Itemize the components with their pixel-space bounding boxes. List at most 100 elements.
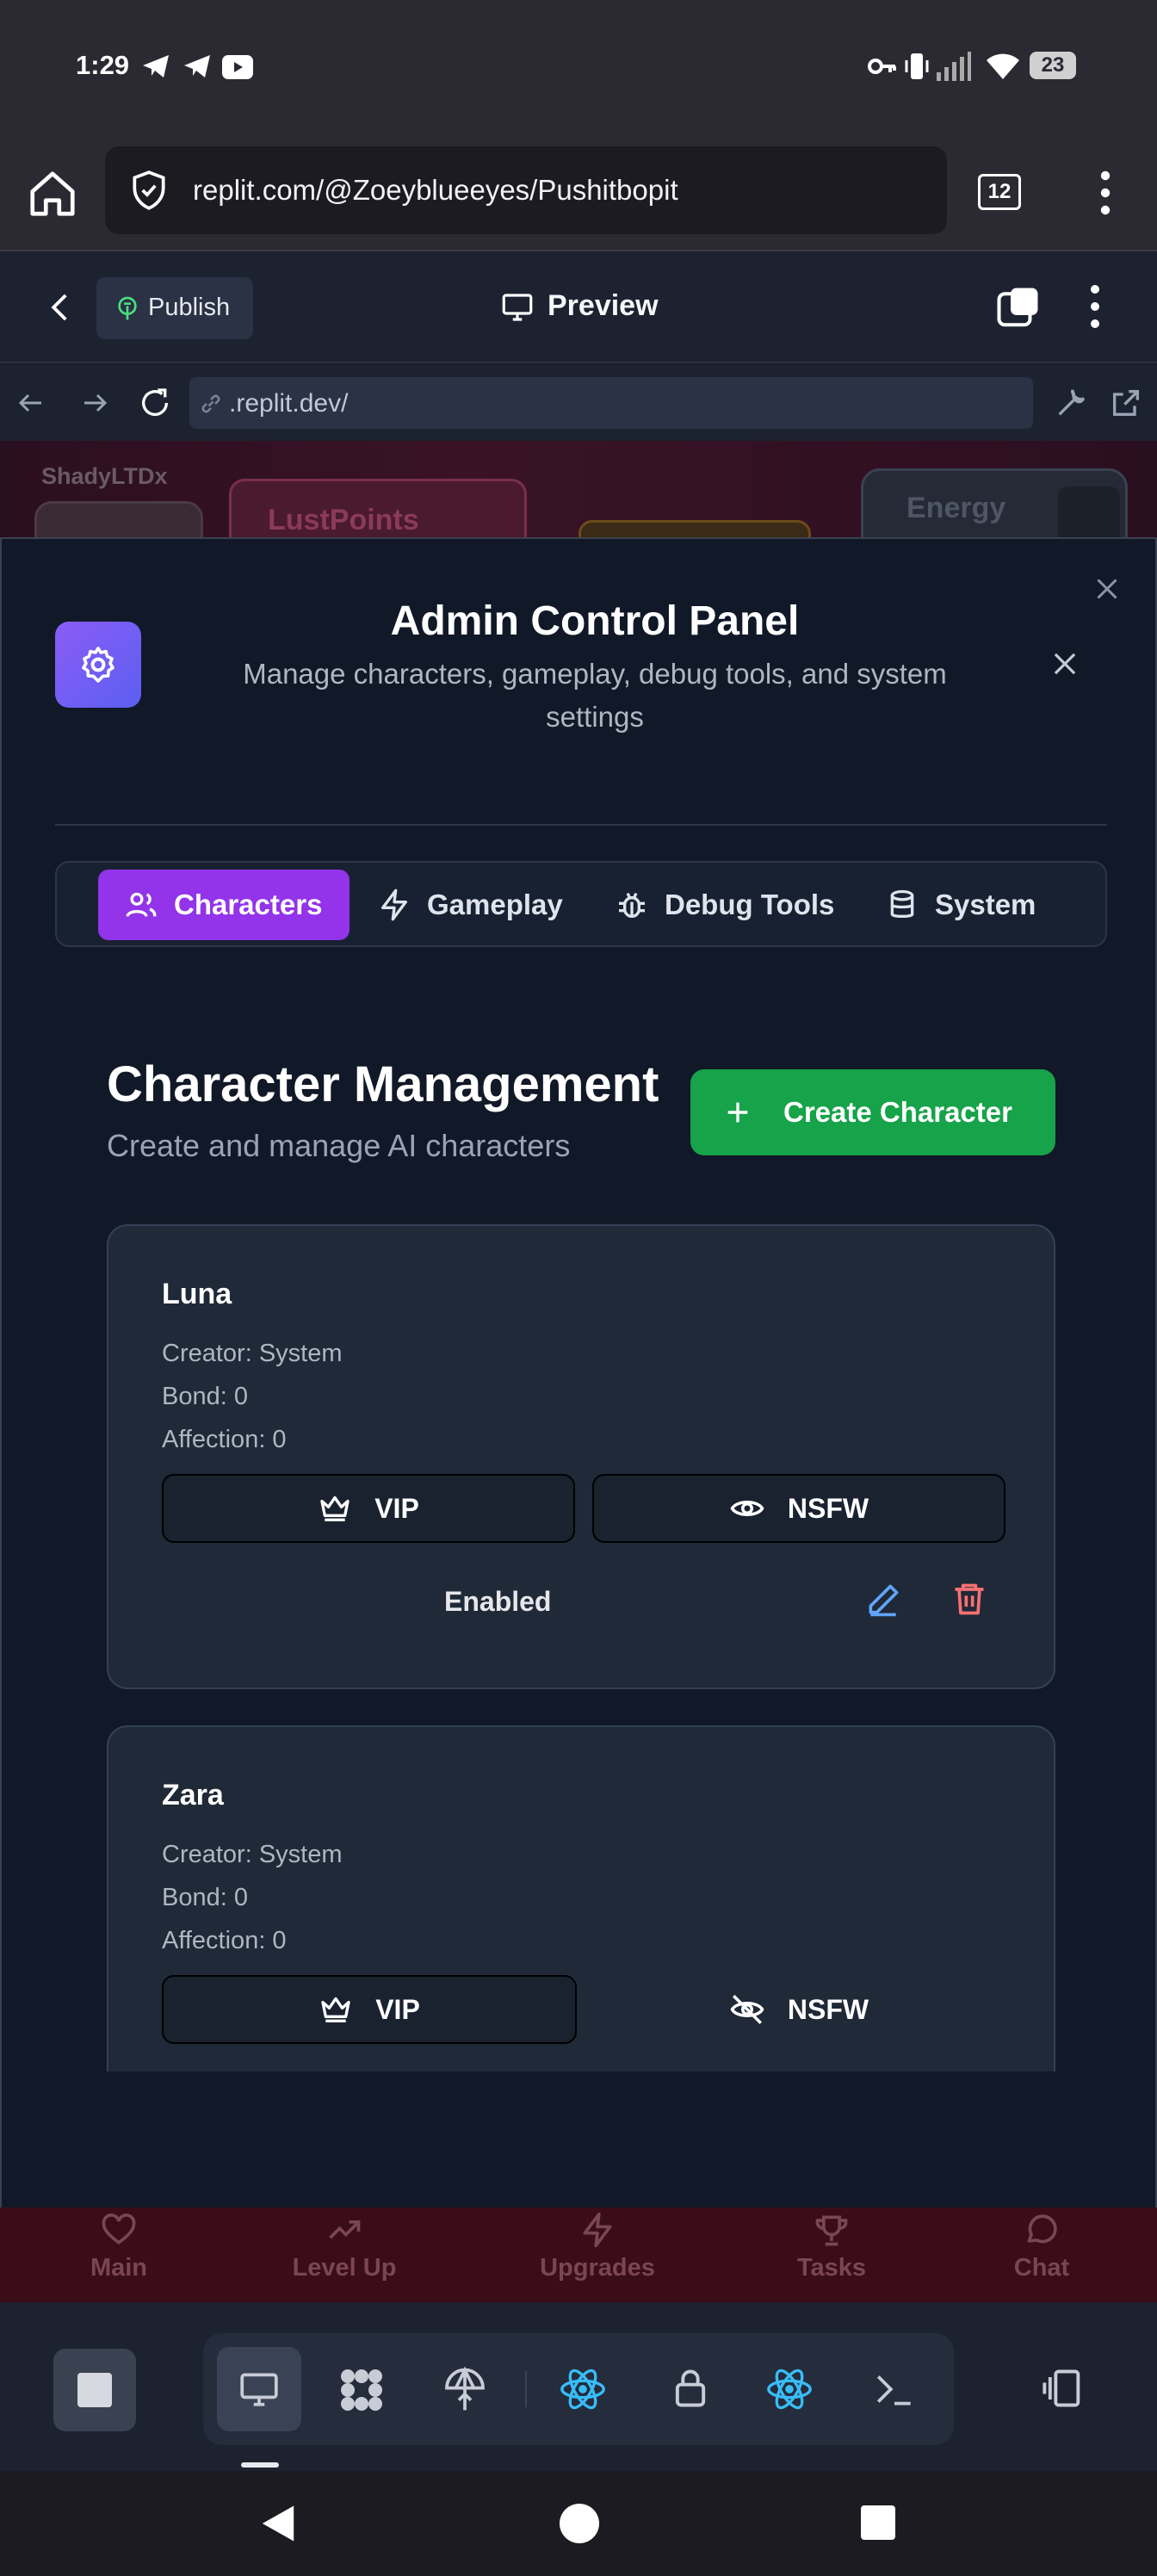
trophy-icon (815, 2215, 848, 2246)
nsfw-toggle[interactable]: NSFW (592, 1975, 1005, 2044)
vip-label: VIP (375, 1993, 420, 2025)
trash-icon[interactable] (950, 1579, 988, 1619)
android-nav-bar (0, 2471, 1157, 2576)
section-title: Character Management (107, 1056, 659, 1112)
lust-points-panel: LustPoints (229, 479, 527, 541)
webview-url-text: .replit.dev/ (229, 389, 349, 418)
tab-characters[interactable]: Characters (98, 870, 350, 940)
home-button-icon[interactable] (560, 2504, 599, 2543)
tab-system[interactable]: System (885, 870, 1036, 940)
eye-icon (730, 1501, 764, 1516)
monitor-icon (240, 2373, 278, 2406)
character-card: Zara Creator: System Bond: 0 Affection: … (107, 1725, 1055, 2071)
refresh-icon[interactable] (138, 386, 172, 420)
create-character-button[interactable]: Create Character (690, 1069, 1055, 1155)
modal-subtitle: Manage characters, gameplay, debug tools… (243, 658, 947, 733)
webview-url-field[interactable]: .replit.dev/ (189, 377, 1033, 429)
tab-label: Characters (174, 889, 323, 920)
nav-label: Chat (1013, 2254, 1070, 2282)
webview-nav: .replit.dev/ (0, 365, 1157, 441)
tab-switcher-button[interactable]: 12 (978, 174, 1021, 210)
react-icon[interactable] (764, 2364, 814, 2414)
status-text[interactable]: Enabled (444, 1586, 551, 1618)
status-bar: 1:29 23 (0, 0, 1157, 138)
character-name: Zara (162, 1779, 224, 1811)
chat-icon (1027, 2214, 1057, 2244)
nsfw-label: NSFW (787, 1993, 869, 2025)
nav-label: Level Up (292, 2254, 397, 2282)
telegram-icon (184, 55, 210, 77)
nsfw-label: NSFW (787, 1492, 869, 1524)
divider (525, 2371, 527, 2407)
browser-toolbar: replit.com/@Zoeyblueeyes/Pushitbopit 12 (0, 138, 1157, 251)
publish-button[interactable]: Publish (96, 277, 253, 339)
plus-icon (727, 1102, 748, 1123)
react-icon[interactable] (558, 2364, 608, 2414)
divider (55, 824, 1107, 826)
character-card: Luna Creator: System Bond: 0 Affection: … (107, 1224, 1055, 1689)
replit-bottom-toolbar (0, 2302, 1157, 2471)
publish-label: Publish (148, 294, 231, 321)
external-link-icon[interactable] (1109, 386, 1143, 420)
deploy-icon[interactable] (441, 2364, 489, 2416)
vip-label: VIP (374, 1492, 419, 1524)
crown-icon (320, 1495, 350, 1521)
wrench-icon[interactable] (1054, 386, 1088, 420)
tab-gameplay[interactable]: Gameplay (377, 870, 563, 940)
url-bar[interactable]: replit.com/@Zoeyblueeyes/Pushitbopit (105, 146, 947, 234)
nav-upgrades[interactable]: Upgrades (520, 2211, 675, 2282)
vip-toggle[interactable]: VIP (162, 1975, 577, 2044)
layout-toggle-icon[interactable] (995, 284, 1042, 331)
lock-icon[interactable] (668, 2362, 713, 2414)
vpn-key-icon (868, 59, 896, 74)
nav-label: Main (90, 2254, 148, 2282)
terminal-icon[interactable] (871, 2368, 918, 2411)
publish-icon (118, 296, 137, 320)
preview-tool-button[interactable] (217, 2347, 301, 2431)
recents-icon[interactable] (861, 2505, 895, 2540)
preview-title: Preview (548, 289, 659, 322)
database-icon (890, 889, 914, 918)
character-list-clip: Zara Creator: System Bond: 0 Affection: … (2, 1725, 1157, 2071)
player-name: ShadyLTDx (41, 463, 168, 489)
tab-label: System (935, 889, 1036, 920)
character-creator: Creator: System (162, 1841, 343, 1868)
character-affection: Affection: 0 (162, 1426, 287, 1453)
create-character-label: Create Character (783, 1096, 1012, 1128)
stop-button[interactable] (53, 2349, 136, 2431)
arrow-left-icon[interactable] (15, 387, 46, 418)
eye-icon[interactable] (1058, 486, 1120, 541)
nsfw-toggle[interactable]: NSFW (592, 1474, 1005, 1543)
chevron-left-icon[interactable] (43, 289, 79, 325)
back-icon[interactable] (258, 2502, 298, 2545)
signal-icon (937, 52, 971, 81)
tab-debug-tools[interactable]: Debug Tools (615, 870, 834, 940)
nav-label: Tasks (796, 2254, 867, 2282)
split-view-icon[interactable] (1038, 2366, 1088, 2411)
bug-icon (619, 892, 645, 918)
lust-points-label: LustPoints (268, 504, 419, 536)
admin-control-panel-modal: Admin Control Panel Manage characters, g… (0, 537, 1157, 2208)
close-icon[interactable] (1049, 647, 1081, 680)
more-vertical-icon[interactable] (1081, 282, 1109, 331)
more-vertical-icon[interactable] (1088, 169, 1123, 217)
url-text: replit.com/@Zoeyblueeyes/Pushitbopit (193, 174, 678, 206)
nav-tasks[interactable]: Tasks (754, 2211, 909, 2282)
home-icon[interactable] (26, 167, 79, 220)
player-avatar (34, 501, 203, 541)
nav-level-up[interactable]: Level Up (267, 2211, 422, 2282)
vibrate-icon (905, 53, 929, 79)
edit-icon[interactable] (864, 1581, 902, 1619)
energy-label: Energy (906, 492, 1006, 524)
telegram-icon (143, 55, 169, 77)
crown-icon (321, 1997, 350, 2022)
game-background: ShadyLTDx LustPoints Energy (0, 441, 1157, 541)
tool-group (203, 2333, 954, 2445)
nav-main[interactable]: Main (41, 2211, 196, 2282)
vip-toggle[interactable]: VIP (162, 1474, 575, 1543)
agent-icon[interactable] (334, 2362, 389, 2418)
character-affection: Affection: 0 (162, 1927, 287, 1954)
character-bond: Bond: 0 (162, 1383, 248, 1410)
arrow-right-icon[interactable] (79, 387, 110, 418)
nav-chat[interactable]: Chat (964, 2211, 1119, 2282)
